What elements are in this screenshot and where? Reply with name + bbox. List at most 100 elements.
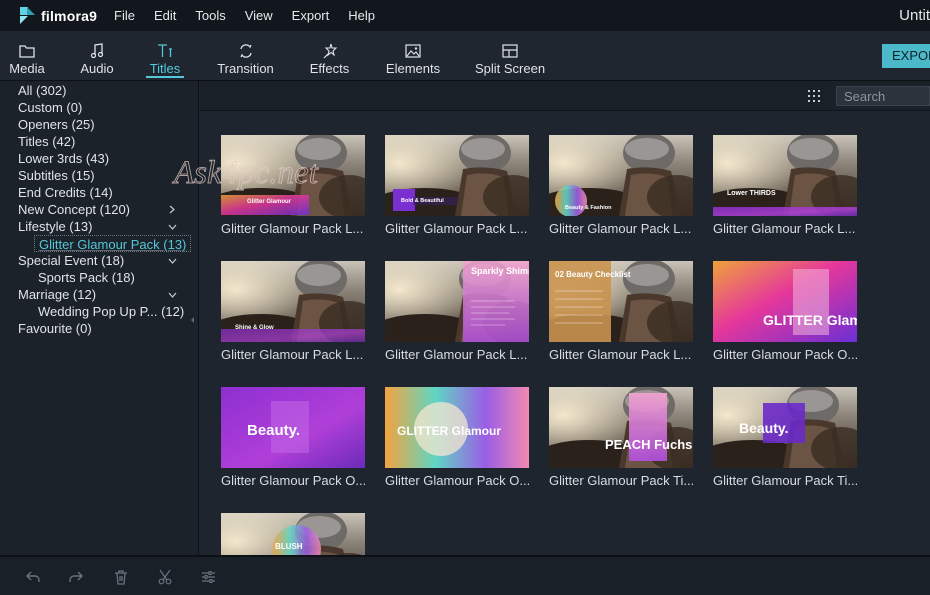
category-lower-3rds[interactable]: Lower 3rds (43) <box>18 150 109 167</box>
chevron-right-icon[interactable] <box>167 201 177 218</box>
filmora-logo-icon <box>20 7 35 24</box>
title-thumbnail: Glitter Glamour <box>221 135 365 216</box>
title-item[interactable]: Bold & Beautiful Glitter Glamour Pack L.… <box>385 135 530 236</box>
thumb-text: Lower THIRDS <box>727 190 776 197</box>
delete-icon[interactable] <box>113 569 129 585</box>
category-end-credits[interactable]: End Credits (14) <box>18 184 113 201</box>
titles-library: Glitter Glamour Glitter Glamour Pack L..… <box>172 81 930 555</box>
title-item[interactable]: 02 Beauty Checklist Glitter Glamour Pack… <box>549 261 694 362</box>
title-thumbnail: PEACH Fuchsia <box>549 387 693 468</box>
undo-icon[interactable] <box>25 569 41 585</box>
category-glitter-glamour-pack[interactable]: Glitter Glamour Pack (13) <box>34 235 192 252</box>
title-item[interactable]: GLITTER Glamour Glitter Glamour Pack O..… <box>385 387 530 488</box>
menu-edit[interactable]: Edit <box>154 8 176 23</box>
title-thumbnail: Bold & Beautiful <box>385 135 529 216</box>
tab-titles[interactable]: Titles <box>146 31 184 81</box>
tab-split-screen[interactable]: Split Screen <box>475 31 545 81</box>
title-thumbnail: Lower THIRDS <box>713 135 857 216</box>
thumb-text: GLITTER Glamour <box>397 424 501 438</box>
tab-label: Effects <box>309 61 350 76</box>
title-item-label: Glitter Glamour Pack L... <box>221 347 364 362</box>
category-subtitles[interactable]: Subtitles (15) <box>18 167 95 184</box>
cut-icon[interactable] <box>157 569 173 585</box>
category-titles[interactable]: Titles (42) <box>18 133 75 150</box>
menu-file[interactable]: File <box>114 8 135 23</box>
category-sports-pack[interactable]: Sports Pack (18) <box>38 269 135 286</box>
tab-label: Elements <box>385 61 441 76</box>
title-item[interactable]: Beauty. Glitter Glamour Pack Ti... <box>713 387 858 488</box>
thumb-text: Bold & Beautiful <box>401 198 444 204</box>
category-marriage[interactable]: Marriage (12) <box>18 286 96 303</box>
title-item[interactable]: Beauty & Fashion Glitter Glamour Pack L.… <box>549 135 694 236</box>
title-thumbnail: GLITTER Glamour <box>713 261 857 342</box>
category-custom[interactable]: Custom (0) <box>18 99 82 116</box>
thumb-text: PEACH Fuchsia <box>605 437 693 452</box>
title-item-label: Glitter Glamour Pack O... <box>713 347 857 362</box>
category-favourite[interactable]: Favourite (0) <box>18 320 92 337</box>
redo-icon[interactable] <box>68 569 84 585</box>
chevron-down-icon[interactable] <box>167 218 177 235</box>
chevron-down-icon[interactable] <box>167 252 177 269</box>
search-box <box>836 86 930 106</box>
chevron-down-icon[interactable] <box>167 286 177 303</box>
category-sidebar: All (302) Custom (0) Openers (25) Titles… <box>0 81 199 555</box>
tab-label: Transition <box>217 61 274 76</box>
thumb-text: Beauty. <box>739 420 789 436</box>
title-item[interactable]: Sparkly Shimmer Glitter Glamour Pack L..… <box>385 261 530 362</box>
title-item[interactable]: Lower THIRDS Glitter Glamour Pack L... <box>713 135 858 236</box>
title-thumbnail: Beauty & Fashion <box>549 135 693 216</box>
tab-elements[interactable]: Elements <box>386 31 440 81</box>
tab-audio[interactable]: Audio <box>80 31 114 81</box>
title-item[interactable]: BLUSH <box>221 513 366 555</box>
title-item[interactable]: Beauty. Glitter Glamour Pack O... <box>221 387 366 488</box>
thumb-text: Sparkly Shimmer <box>471 266 529 276</box>
grid-view-icon[interactable] <box>807 89 821 103</box>
category-special-event[interactable]: Special Event (18) <box>18 252 124 269</box>
tab-label: Media <box>9 61 45 76</box>
folder-icon <box>19 41 35 61</box>
transition-icon <box>238 41 254 61</box>
category-lifestyle[interactable]: Lifestyle (13) <box>18 218 92 235</box>
title-item[interactable]: Shine & Glow Glitter Glamour Pack L... <box>221 261 366 362</box>
tab-media[interactable]: Media <box>9 31 45 81</box>
tab-label: Audio <box>80 61 114 76</box>
category-openers[interactable]: Openers (25) <box>18 116 95 133</box>
title-item-label: Glitter Glamour Pack L... <box>385 221 528 236</box>
export-button[interactable]: EXPOR <box>882 44 930 68</box>
title-item[interactable]: Glitter Glamour Glitter Glamour Pack L..… <box>221 135 366 236</box>
title-item-label: Glitter Glamour Pack L... <box>549 347 692 362</box>
app-logo: filmora9 <box>20 7 112 24</box>
title-thumbnail: 02 Beauty Checklist <box>549 261 693 342</box>
collapse-sidebar-icon[interactable] <box>190 312 196 323</box>
title-thumbnail: GLITTER Glamour <box>385 387 529 468</box>
menu-view[interactable]: View <box>245 8 273 23</box>
menu-help[interactable]: Help <box>348 8 375 23</box>
module-toolbar: Media Audio Titles Transition Effects El… <box>0 31 930 81</box>
title-item-label: Glitter Glamour Pack Ti... <box>713 473 857 488</box>
app-name: filmora9 <box>41 7 98 24</box>
category-all[interactable]: All (302) <box>18 82 66 99</box>
title-thumbnail: Beauty. <box>713 387 857 468</box>
thumb-text: GLITTER Glamour <box>763 312 857 328</box>
category-new-concept[interactable]: New Concept (120) <box>18 201 130 218</box>
title-item[interactable]: GLITTER Glamour Glitter Glamour Pack O..… <box>713 261 858 362</box>
thumb-text: Glitter Glamour <box>247 199 292 205</box>
search-input[interactable] <box>837 87 929 105</box>
title-item-label: Glitter Glamour Pack L... <box>385 347 528 362</box>
music-note-icon <box>90 41 104 61</box>
adjust-icon[interactable] <box>200 569 216 585</box>
menu-export[interactable]: Export <box>292 8 330 23</box>
window-title: Untit <box>899 7 930 24</box>
tab-transition[interactable]: Transition <box>217 31 274 81</box>
thumb-text: BLUSH <box>275 542 303 551</box>
menu-tools[interactable]: Tools <box>195 8 225 23</box>
title-item-label: Glitter Glamour Pack L... <box>549 221 692 236</box>
category-wedding-pop-up[interactable]: Wedding Pop Up P... (12) <box>38 303 184 320</box>
library-header <box>200 81 930 111</box>
title-item-label: Glitter Glamour Pack O... <box>221 473 365 488</box>
title-thumbnail: Shine & Glow <box>221 261 365 342</box>
title-item[interactable]: PEACH Fuchsia Glitter Glamour Pack Ti... <box>549 387 694 488</box>
tab-effects[interactable]: Effects <box>309 31 350 81</box>
effects-icon <box>322 41 338 61</box>
title-thumbnail: BLUSH <box>221 513 365 555</box>
